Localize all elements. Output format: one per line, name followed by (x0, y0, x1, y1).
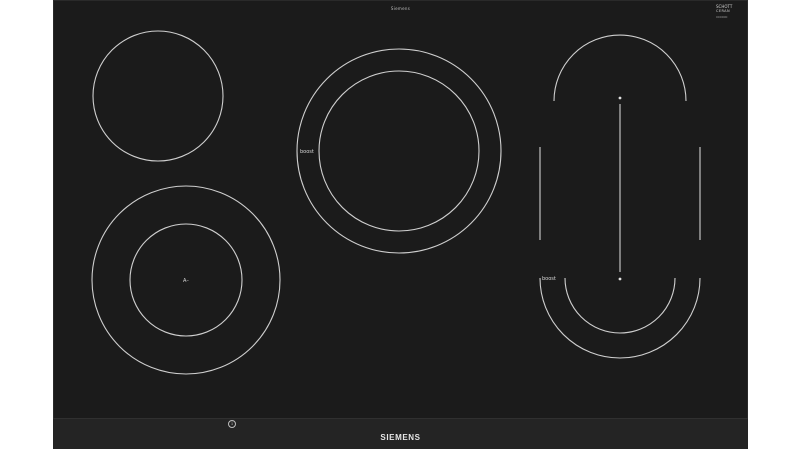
product-image: Siemens SCHOTT CERAN 000000 boost boost … (0, 0, 800, 449)
info-icon[interactable]: i (228, 420, 236, 428)
boost-label-right: boost (542, 276, 556, 282)
zone-symbol-label: A– (183, 278, 189, 284)
cooktop-glass: Siemens SCHOTT CERAN 000000 boost boost … (53, 0, 748, 449)
zone-center-outer (296, 48, 502, 254)
zone-right-marker-top (618, 96, 622, 100)
zone-right-top-arc (553, 34, 687, 102)
zone-right-bottom-inner-arc (564, 277, 676, 334)
brand-logo: SIEMENS (380, 433, 421, 442)
zone-center-inner (318, 70, 480, 232)
cooking-zones (91, 30, 701, 375)
zone-right-bottom-outer-arc (539, 277, 701, 359)
control-strip: i SIEMENS (53, 418, 748, 449)
zone-right-marker-bottom (618, 277, 622, 281)
boost-label-center: boost (300, 149, 314, 155)
zone-top-left (92, 30, 224, 162)
